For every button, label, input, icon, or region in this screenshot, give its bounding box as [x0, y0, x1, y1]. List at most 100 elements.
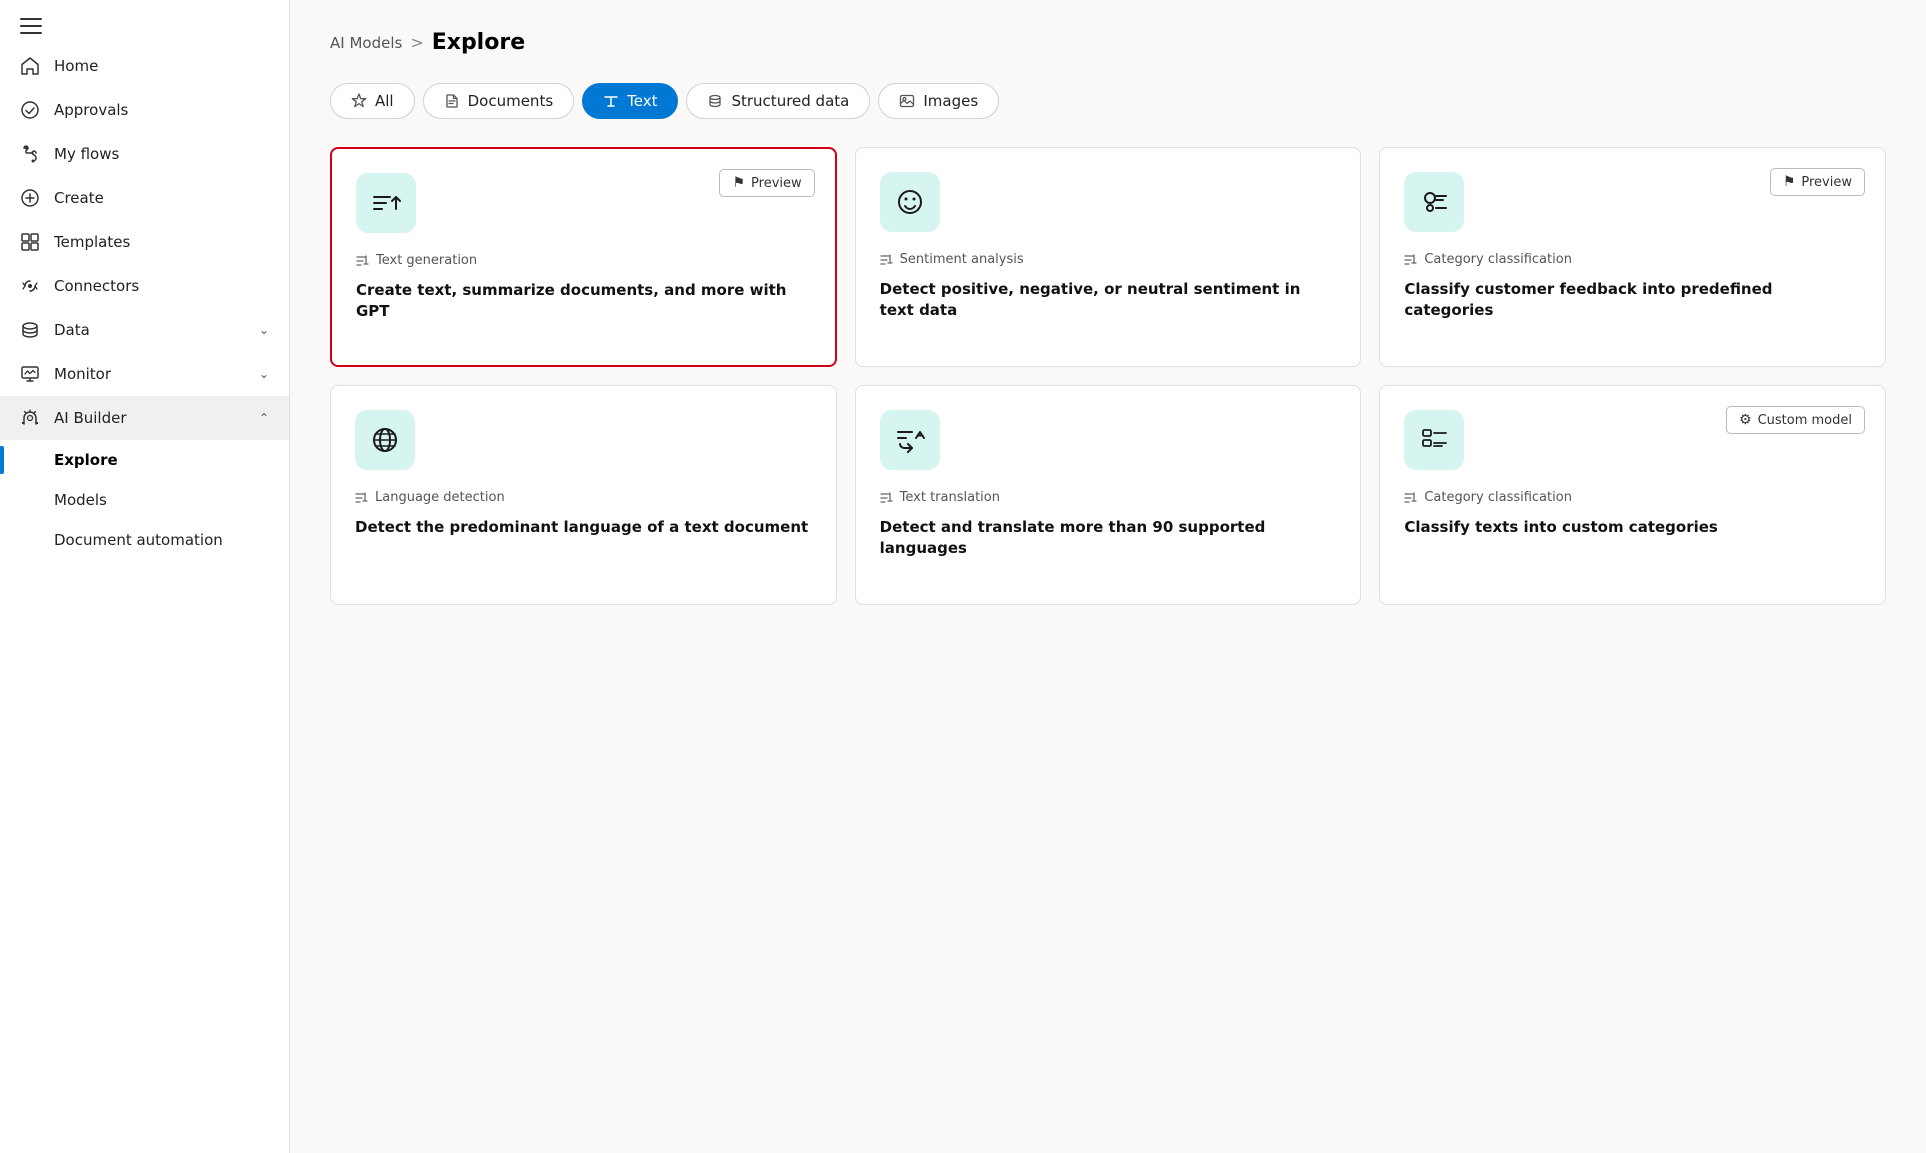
- translation-icon-wrapper: [880, 410, 940, 470]
- card-type-3: Category classification: [1404, 252, 1861, 267]
- custom-category-icon-wrapper: [1404, 410, 1464, 470]
- sidebar-item-home-label: Home: [54, 57, 269, 75]
- card-sentiment-analysis[interactable]: Sentiment analysis Detect positive, nega…: [855, 147, 1362, 367]
- card-title-6: Classify texts into custom categories: [1404, 517, 1861, 538]
- sidebar-item-templates-label: Templates: [54, 233, 269, 251]
- data-icon: [20, 320, 40, 340]
- hamburger-menu-icon[interactable]: [20, 18, 42, 34]
- preview-badge-1[interactable]: ⚑ Preview: [719, 169, 814, 197]
- text-gen-icon-wrapper: [356, 173, 416, 233]
- home-icon: [20, 56, 40, 76]
- sidebar-item-ai-builder[interactable]: AI Builder ⌃: [0, 396, 289, 440]
- sidebar-item-monitor-label: Monitor: [54, 365, 245, 383]
- card-type-label-2: Sentiment analysis: [900, 252, 1024, 267]
- card-category-classification-1[interactable]: ⚑ Preview Category classification Classi…: [1379, 147, 1886, 367]
- card-type-2: Sentiment analysis: [880, 252, 1337, 267]
- documents-icon: [444, 93, 460, 109]
- card-type-label-5: Text translation: [900, 490, 1000, 505]
- language-icon-wrapper: [355, 410, 415, 470]
- create-icon: [20, 188, 40, 208]
- sidebar-item-create[interactable]: Create: [0, 176, 289, 220]
- breadcrumb-parent[interactable]: AI Models: [330, 34, 402, 52]
- approvals-icon: [20, 100, 40, 120]
- card-title-2: Detect positive, negative, or neutral se…: [880, 279, 1337, 321]
- explore-label: Explore: [54, 451, 118, 469]
- card-text-generation[interactable]: ⚑ Preview Text generation Create text, s…: [330, 147, 837, 367]
- card-type-label-1: Text generation: [376, 253, 477, 268]
- tab-documents[interactable]: Documents: [423, 83, 575, 119]
- sidebar-item-approvals-label: Approvals: [54, 101, 269, 119]
- templates-icon: [20, 232, 40, 252]
- preview-icon-1: ⚑: [732, 175, 745, 191]
- sidebar-item-home[interactable]: Home: [0, 44, 289, 88]
- structured-icon: [707, 93, 723, 109]
- models-label: Models: [54, 491, 107, 509]
- custom-model-badge[interactable]: ⚙ Custom model: [1726, 406, 1865, 434]
- sidebar-item-approvals[interactable]: Approvals: [0, 88, 289, 132]
- custom-model-badge-label: Custom model: [1758, 413, 1852, 428]
- card-type-4: Language detection: [355, 490, 812, 505]
- sidebar: Home Approvals My flows: [0, 0, 290, 1153]
- card-title-3: Classify customer feedback into predefin…: [1404, 279, 1861, 321]
- sidebar-item-models[interactable]: Models: [0, 480, 289, 520]
- monitor-chevron-icon: ⌄: [259, 367, 269, 381]
- tab-images[interactable]: Images: [878, 83, 999, 119]
- card-type-label-4: Language detection: [375, 490, 505, 505]
- card-type-5: Text translation: [880, 490, 1337, 505]
- star-icon: [351, 93, 367, 109]
- tab-structured-data-label: Structured data: [731, 92, 849, 110]
- card-title-5: Detect and translate more than 90 suppor…: [880, 517, 1337, 559]
- sidebar-item-templates[interactable]: Templates: [0, 220, 289, 264]
- preview-badge-2-label: Preview: [1801, 175, 1852, 190]
- card-category-classification-2[interactable]: ⚙ Custom model Category classification C…: [1379, 385, 1886, 605]
- card-type-label-3: Category classification: [1424, 252, 1572, 267]
- tab-text[interactable]: Text: [582, 83, 678, 119]
- main-content: AI Models > Explore All Documents: [290, 0, 1926, 1153]
- custom-model-icon: ⚙: [1739, 412, 1752, 428]
- preview-badge-1-label: Preview: [751, 176, 802, 191]
- ai-builder-subnav: Explore Models Document automation: [0, 440, 289, 560]
- card-type-label-6: Category classification: [1424, 490, 1572, 505]
- connectors-icon: [20, 276, 40, 296]
- sidebar-item-data-label: Data: [54, 321, 245, 339]
- tab-documents-label: Documents: [468, 92, 554, 110]
- sidebar-item-explore[interactable]: Explore: [0, 440, 289, 480]
- tab-structured-data[interactable]: Structured data: [686, 83, 870, 119]
- card-title-4: Detect the predominant language of a tex…: [355, 517, 812, 538]
- preview-badge-2[interactable]: ⚑ Preview: [1770, 168, 1865, 196]
- flows-icon: [20, 144, 40, 164]
- tab-text-label: Text: [627, 92, 657, 110]
- filter-tabs: All Documents Text: [330, 83, 1886, 119]
- monitor-icon: [20, 364, 40, 384]
- ai-builder-icon: [20, 408, 40, 428]
- category-icon-wrapper: [1404, 172, 1464, 232]
- preview-icon-2: ⚑: [1783, 174, 1796, 190]
- sidebar-item-create-label: Create: [54, 189, 269, 207]
- text-tab-icon: [603, 93, 619, 109]
- card-title-1: Create text, summarize documents, and mo…: [356, 280, 811, 322]
- sidebar-item-my-flows[interactable]: My flows: [0, 132, 289, 176]
- sidebar-item-document-automation[interactable]: Document automation: [0, 520, 289, 560]
- breadcrumb-separator: >: [410, 33, 423, 52]
- sidebar-item-connectors[interactable]: Connectors: [0, 264, 289, 308]
- sentiment-icon-wrapper: [880, 172, 940, 232]
- breadcrumb-current: Explore: [432, 30, 525, 55]
- tab-images-label: Images: [923, 92, 978, 110]
- sidebar-item-connectors-label: Connectors: [54, 277, 269, 295]
- card-type-1: Text generation: [356, 253, 811, 268]
- tab-all-label: All: [375, 92, 394, 110]
- document-automation-label: Document automation: [54, 531, 223, 549]
- sidebar-header: [0, 0, 289, 44]
- breadcrumb: AI Models > Explore: [330, 30, 1886, 55]
- card-type-6: Category classification: [1404, 490, 1861, 505]
- tab-all[interactable]: All: [330, 83, 415, 119]
- data-chevron-icon: ⌄: [259, 323, 269, 337]
- images-icon: [899, 93, 915, 109]
- sidebar-item-data[interactable]: Data ⌄: [0, 308, 289, 352]
- sidebar-item-monitor[interactable]: Monitor ⌄: [0, 352, 289, 396]
- cards-grid: ⚑ Preview Text generation Create text, s…: [330, 147, 1886, 605]
- card-text-translation[interactable]: Text translation Detect and translate mo…: [855, 385, 1362, 605]
- sidebar-item-ai-builder-label: AI Builder: [54, 409, 245, 427]
- card-language-detection[interactable]: Language detection Detect the predominan…: [330, 385, 837, 605]
- ai-builder-chevron-icon: ⌃: [259, 411, 269, 425]
